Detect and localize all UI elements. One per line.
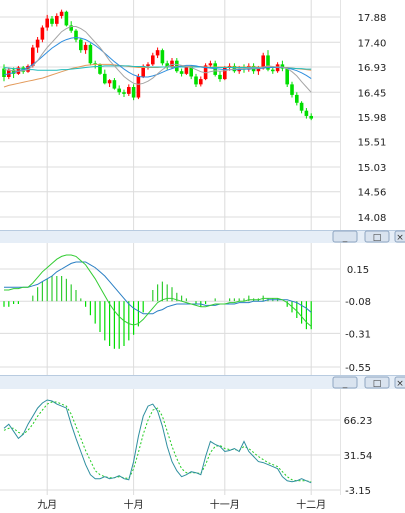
stock-chart-window: 九月 十月 十一月 十二月 17.88 17.40 16.93 16.45 15.98 15.51… xyxy=(0,0,405,513)
close-icon: × xyxy=(396,233,404,243)
kd-minimize-button[interactable]: _ xyxy=(332,376,358,389)
price-y-tick-label: 15.03 xyxy=(358,163,387,174)
candle-body xyxy=(107,80,112,84)
candle-body xyxy=(88,44,93,64)
candle-body xyxy=(112,80,117,89)
price-y-tick-label: 17.88 xyxy=(358,13,387,24)
price-y-tick-label: 17.40 xyxy=(358,38,387,49)
macd-minimize-button[interactable]: _ xyxy=(332,230,358,243)
candle-body xyxy=(50,18,54,24)
candle-body xyxy=(117,88,121,93)
restore-icon: □ xyxy=(373,379,382,389)
close-icon: × xyxy=(396,379,404,389)
x-tick-label: 十二月 xyxy=(296,498,326,511)
macd-restore-button[interactable]: □ xyxy=(364,230,390,243)
minimize-icon: _ xyxy=(342,379,348,389)
candle-body xyxy=(122,92,126,94)
candle-body xyxy=(189,67,193,77)
candle-body xyxy=(271,69,275,72)
candle-body xyxy=(35,39,40,48)
candle-body xyxy=(83,44,88,51)
candle-body xyxy=(175,60,179,72)
kd-close-button[interactable]: × xyxy=(394,376,405,389)
candle-body xyxy=(103,73,107,84)
x-tick-label: 十一月 xyxy=(210,498,240,511)
price-y-tick-label: 16.93 xyxy=(358,63,387,74)
price-y-tick-label: 16.45 xyxy=(358,88,387,99)
candle-body xyxy=(299,102,304,111)
candle-body xyxy=(208,63,213,66)
candle-body xyxy=(40,27,45,40)
candle-body xyxy=(218,74,222,80)
candle-body xyxy=(131,87,136,98)
kd-restore-button[interactable]: □ xyxy=(364,376,390,389)
candle-body xyxy=(295,94,299,103)
macd-y-tick-label: -0.08 xyxy=(345,297,371,308)
candle-body xyxy=(79,39,83,51)
x-tick-label: 十月 xyxy=(124,498,144,511)
candle-body xyxy=(64,11,69,26)
restore-icon: □ xyxy=(373,233,382,243)
minimize-icon: _ xyxy=(342,233,348,243)
price-y-tick-label: 14.56 xyxy=(358,188,387,199)
candle-body xyxy=(146,64,150,66)
candle-body xyxy=(55,15,59,24)
macd-y-tick-label: -0.31 xyxy=(345,329,371,340)
candle-body xyxy=(98,64,102,74)
kd-y-tick-label: 31.54 xyxy=(344,451,373,462)
macd-y-tick-label: -0.55 xyxy=(345,363,371,374)
candle-body xyxy=(151,55,155,65)
candle-body xyxy=(160,50,165,64)
candle-body xyxy=(184,67,189,74)
macd-panel-bg xyxy=(0,243,405,375)
candle-body xyxy=(136,76,141,98)
kd-y-tick-label: 66.23 xyxy=(344,416,373,427)
candle-body xyxy=(194,76,198,85)
candle-body xyxy=(285,68,289,85)
candle-body xyxy=(199,79,203,85)
candle-body xyxy=(309,115,313,119)
macd-y-tick-label: 0.15 xyxy=(347,265,369,276)
candle-body xyxy=(127,87,131,94)
price-y-tick-label: 14.08 xyxy=(358,213,387,224)
candle-body xyxy=(59,11,64,16)
macd-close-button[interactable]: × xyxy=(394,230,405,243)
x-tick-label: 九月 xyxy=(37,499,57,511)
candle-body xyxy=(290,84,294,95)
candle-body xyxy=(304,110,309,116)
price-y-tick-label: 15.98 xyxy=(358,113,387,124)
candle-body xyxy=(179,71,184,74)
candle-body xyxy=(45,18,49,28)
kd-y-tick-label: -3.15 xyxy=(345,486,371,497)
price-y-tick-label: 15.51 xyxy=(358,138,387,149)
candle-body xyxy=(74,30,78,40)
candle-body xyxy=(155,50,160,56)
price-panel-bg xyxy=(0,0,405,230)
